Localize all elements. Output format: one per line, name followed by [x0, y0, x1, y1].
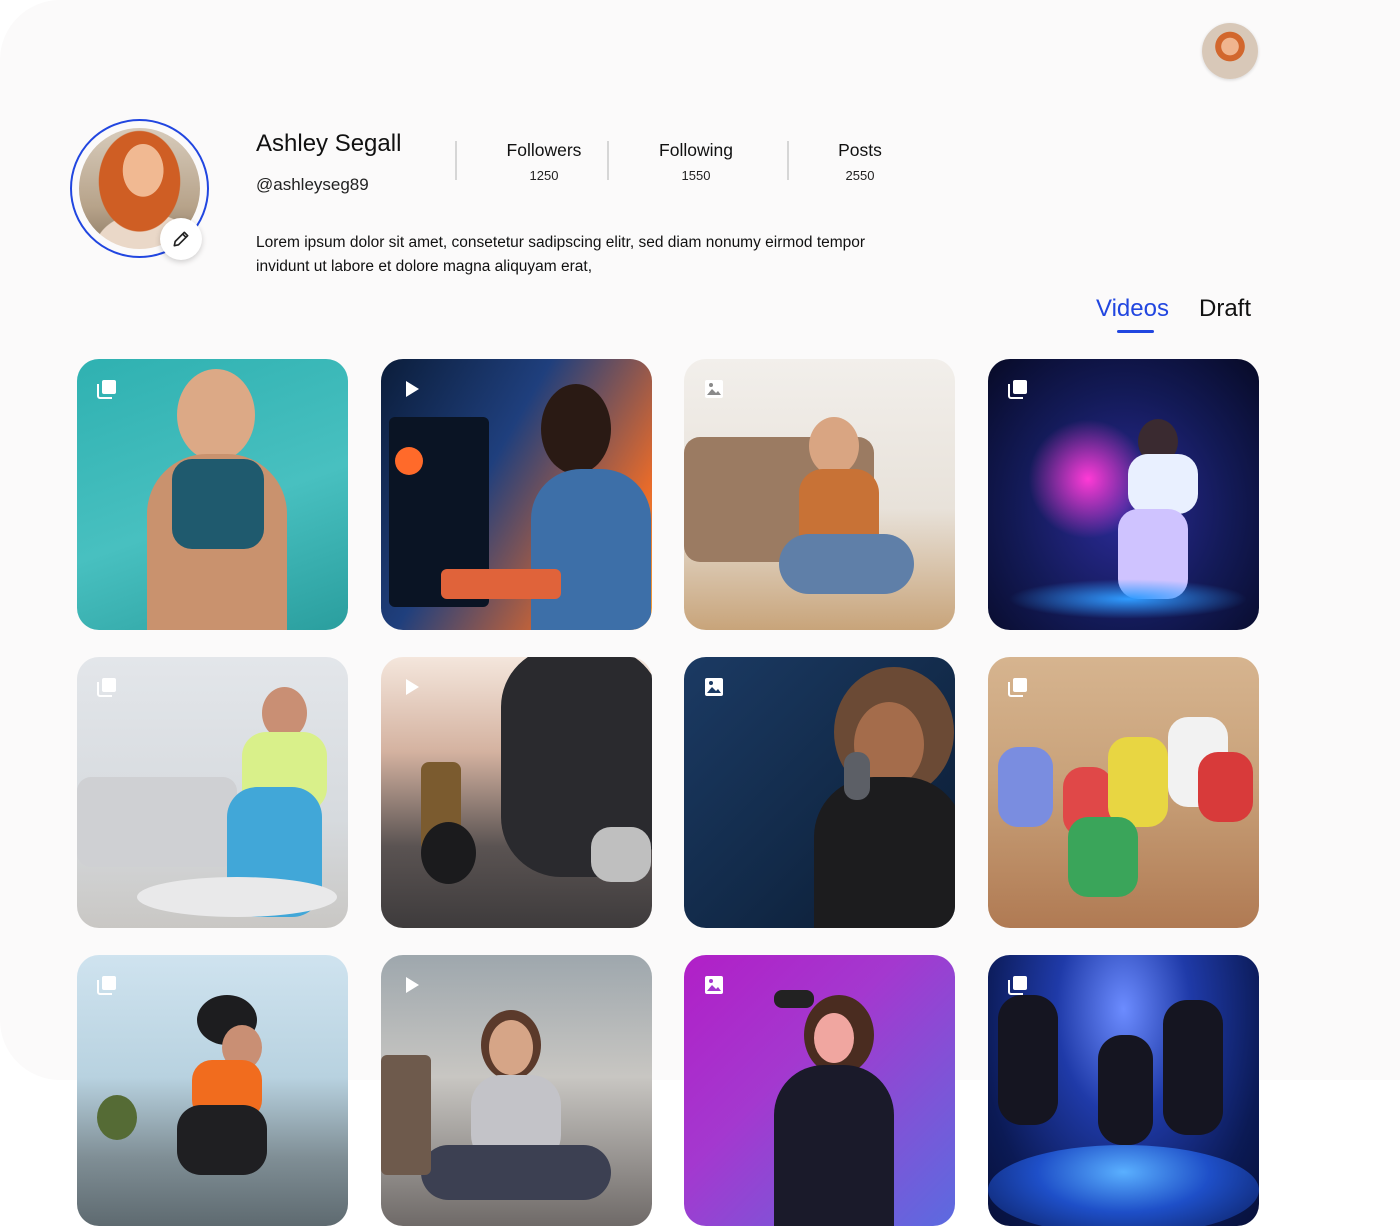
- post-tile[interactable]: [684, 359, 955, 630]
- post-tile[interactable]: [77, 657, 348, 928]
- gallery-icon: [1008, 976, 1027, 995]
- image-icon: [705, 380, 723, 398]
- following-label[interactable]: Following: [636, 140, 756, 161]
- posts-count: 2550: [845, 168, 875, 183]
- image-icon: [705, 976, 723, 994]
- gallery-icon: [1008, 678, 1027, 697]
- pencil-icon: [173, 231, 189, 247]
- profile-handle: @ashleyseg89: [256, 175, 369, 194]
- post-tile[interactable]: [988, 359, 1259, 630]
- post-tile[interactable]: [381, 657, 652, 928]
- stats-divider: [787, 141, 789, 180]
- followers-label[interactable]: Followers: [484, 140, 604, 161]
- posts-label[interactable]: Posts: [800, 140, 920, 161]
- tab-draft[interactable]: Draft: [1199, 295, 1251, 323]
- play-icon: [406, 679, 419, 695]
- post-tile[interactable]: [684, 657, 955, 928]
- gallery-icon: [97, 976, 116, 995]
- followers-count: 1250: [529, 168, 559, 183]
- gallery-icon: [97, 380, 116, 399]
- edit-avatar-button[interactable]: [160, 218, 202, 260]
- post-tile[interactable]: [381, 955, 652, 1226]
- profile-bio: Lorem ipsum dolor sit amet, consetetur s…: [256, 234, 866, 275]
- post-tile[interactable]: [77, 359, 348, 630]
- play-icon: [406, 977, 419, 993]
- stats-divider: [455, 141, 457, 180]
- profile-name: Ashley Segall: [256, 130, 402, 157]
- tab-videos[interactable]: Videos: [1096, 295, 1169, 323]
- stats-divider: [607, 141, 609, 180]
- post-tile[interactable]: [684, 955, 955, 1226]
- post-tile[interactable]: [381, 359, 652, 630]
- post-tile[interactable]: [988, 657, 1259, 928]
- post-tile[interactable]: [77, 955, 348, 1226]
- following-count: 1550: [681, 168, 711, 183]
- gallery-icon: [97, 678, 116, 697]
- play-icon: [406, 381, 419, 397]
- gallery-icon: [1008, 380, 1027, 399]
- image-icon: [705, 678, 723, 696]
- header-avatar[interactable]: [1202, 23, 1258, 79]
- post-tile[interactable]: [988, 955, 1259, 1226]
- active-tab-indicator: [1117, 330, 1154, 333]
